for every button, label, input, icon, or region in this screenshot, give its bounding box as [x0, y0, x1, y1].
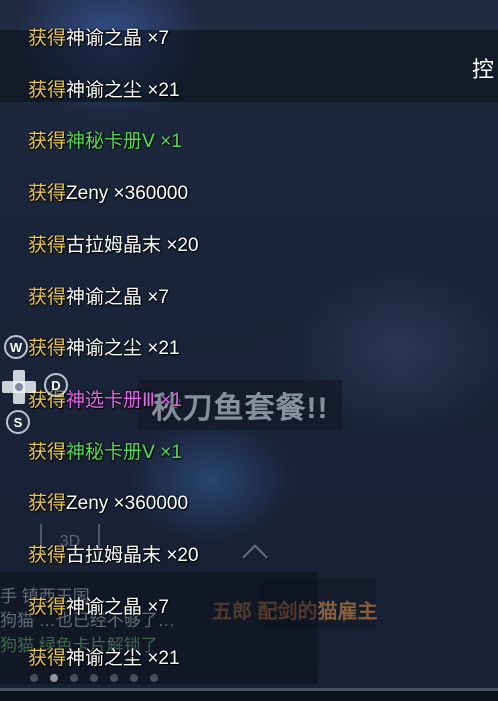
loot-message: 获得神谕之晶 ×7	[28, 285, 169, 311]
loot-quantity: ×21	[147, 648, 180, 669]
loot-prefix: 获得	[28, 597, 67, 618]
loot-item-name: 神谕之尘	[66, 338, 143, 359]
loot-quantity: ×7	[147, 287, 169, 308]
loot-quantity: ×360000	[113, 183, 189, 204]
page-dot	[90, 674, 98, 682]
page-dot	[110, 674, 118, 682]
loot-message: 获得神秘卡册Ⅴ ×1	[28, 440, 182, 466]
page-dot-active	[50, 674, 58, 682]
loot-item-name: 古拉姆晶末	[66, 545, 162, 566]
bottom-strip	[0, 691, 498, 701]
loot-item-name: Zeny	[66, 493, 109, 514]
loot-message: 获得神谕之尘 ×21	[28, 78, 180, 104]
loot-item-name: 神谕之晶	[66, 597, 143, 618]
loot-message: 获得古拉姆晶末 ×20	[28, 543, 199, 569]
loot-quantity: ×7	[147, 28, 169, 49]
loot-item-name: 神秘卡册Ⅴ	[66, 442, 156, 463]
loot-prefix: 获得	[28, 28, 67, 49]
dpad-icon[interactable]	[2, 370, 36, 404]
loot-item-name: 神谕之尘	[66, 80, 143, 101]
page-dot	[70, 674, 78, 682]
loot-prefix: 获得	[28, 183, 67, 204]
loot-prefix: 获得	[28, 493, 67, 514]
d-key-button[interactable]: D	[44, 373, 68, 397]
loot-prefix: 获得	[28, 131, 67, 152]
loot-quantity: ×360000	[113, 493, 189, 514]
loot-message: 获得Zeny ×360000	[28, 181, 188, 207]
loot-prefix: 获得	[28, 287, 67, 308]
page-dot	[30, 674, 38, 682]
loot-item-name: 神谕之尘	[66, 648, 143, 669]
dpad-center	[15, 383, 23, 391]
loot-item-name: 神谕之晶	[66, 28, 143, 49]
loot-message: 获得神谕之尘 ×21	[28, 646, 180, 672]
loot-message: 获得神谕之尘 ×21	[28, 336, 180, 362]
loot-prefix: 获得	[28, 648, 67, 669]
loot-item-name: 神选卡册Ⅲ	[66, 390, 156, 411]
loot-quantity: ×1	[160, 131, 182, 152]
loot-prefix: 获得	[28, 235, 67, 256]
s-key-button[interactable]: S	[6, 410, 30, 434]
loot-item-name: 古拉姆晶末	[66, 235, 162, 256]
loot-message: 获得Zeny ×360000	[28, 491, 188, 517]
loot-quantity: ×20	[166, 235, 199, 256]
loot-prefix: 获得	[28, 80, 67, 101]
loot-message: 获得古拉姆晶末 ×20	[28, 233, 199, 259]
loot-prefix: 获得	[28, 545, 67, 566]
loot-quantity: ×7	[147, 597, 169, 618]
loot-quantity: ×21	[147, 80, 180, 101]
loot-quantity: ×20	[166, 545, 199, 566]
page-indicator	[30, 674, 158, 682]
loot-message: 获得神谕之晶 ×7	[28, 26, 169, 52]
loot-message: 获得神秘卡册Ⅴ ×1	[28, 129, 182, 155]
page-dot	[150, 674, 158, 682]
loot-quantity: ×1	[160, 390, 183, 411]
loot-item-name: 神谕之晶	[66, 287, 143, 308]
w-key-button[interactable]: W	[4, 335, 28, 359]
loot-prefix: 获得	[28, 338, 67, 359]
header-title-partial[interactable]: 控	[472, 52, 494, 84]
loot-quantity: ×21	[147, 338, 180, 359]
loot-prefix: 获得	[28, 442, 67, 463]
loot-message: 获得神谕之晶 ×7	[28, 595, 169, 621]
loot-item-name: 神秘卡册Ⅴ	[66, 131, 156, 152]
page-dot	[130, 674, 138, 682]
loot-item-name: Zeny	[66, 183, 109, 204]
loot-quantity: ×1	[160, 442, 182, 463]
